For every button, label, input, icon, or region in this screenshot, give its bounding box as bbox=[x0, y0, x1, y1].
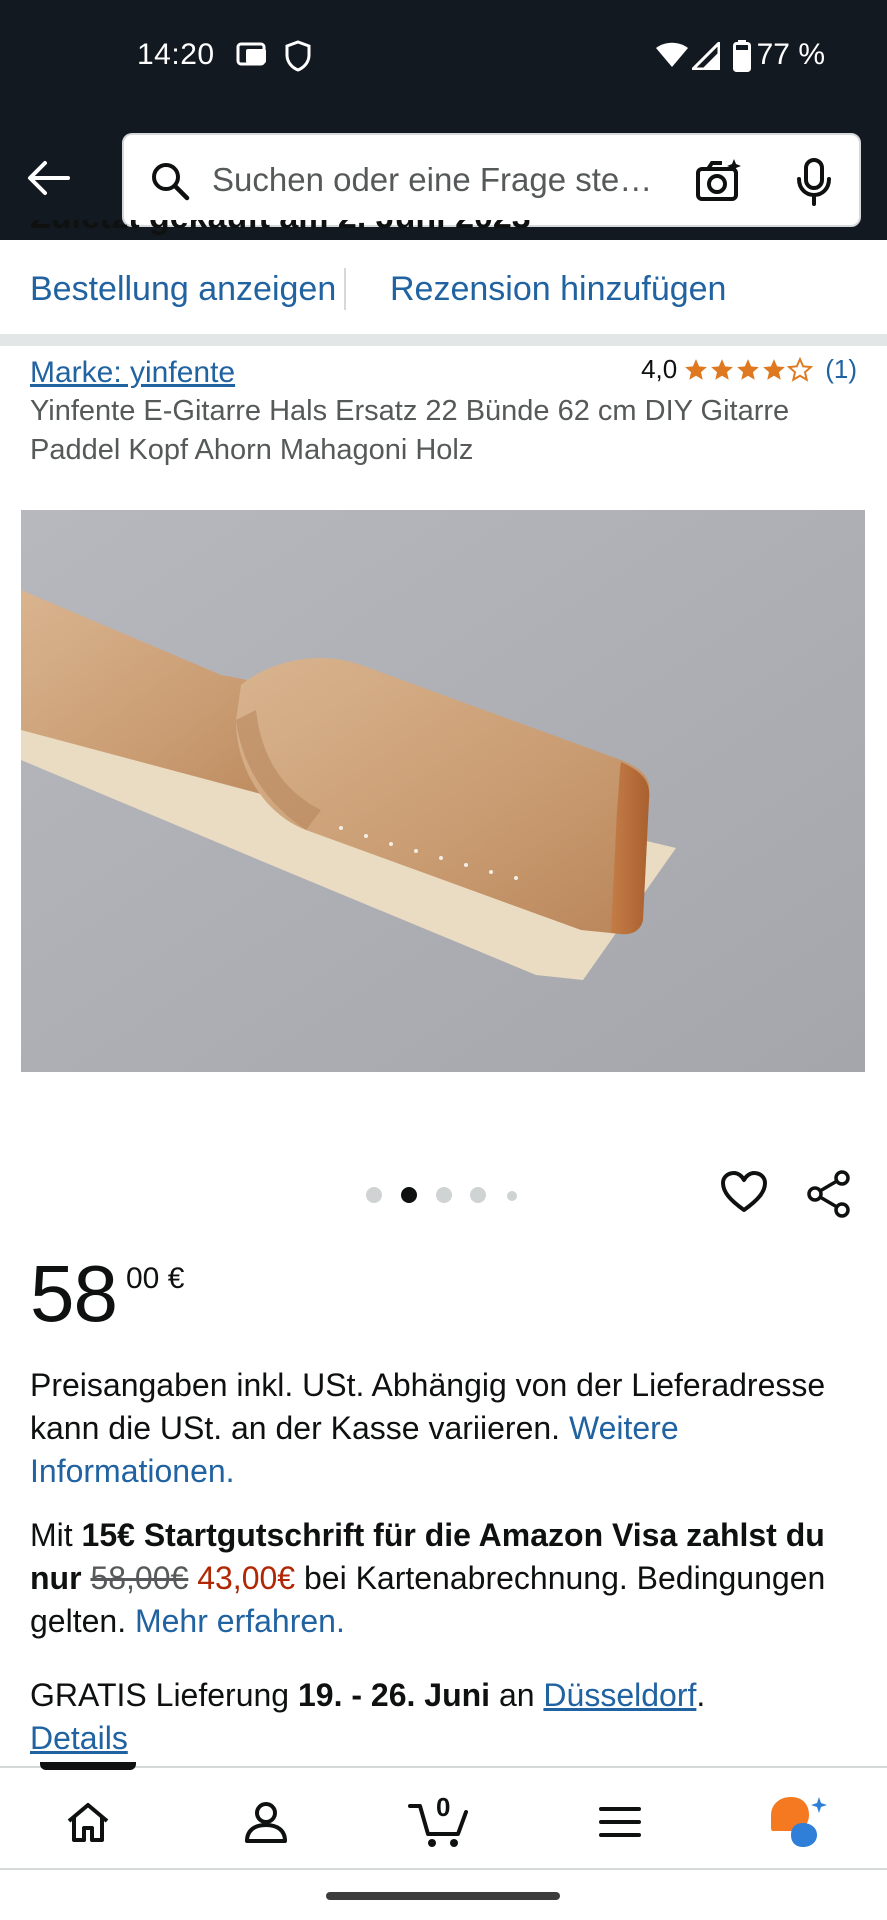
last-purchased-text: Zuletzt gekauft am 2. Juni 2023 bbox=[30, 220, 531, 240]
microphone-icon[interactable] bbox=[794, 157, 834, 212]
tax-info: Preisangaben inkl. USt. Abhängig von der… bbox=[30, 1364, 860, 1493]
rating-count: (1) bbox=[825, 354, 857, 384]
star-rating-icon bbox=[683, 356, 814, 383]
price-whole: 58 bbox=[30, 1249, 118, 1338]
guitar-neck-image bbox=[21, 510, 865, 1072]
cart-count: 0 bbox=[436, 1792, 451, 1822]
delivery-info: GRATIS Lieferung 19. - 26. Juni an Düsse… bbox=[30, 1674, 860, 1760]
back-button[interactable] bbox=[20, 150, 76, 206]
nav-menu[interactable] bbox=[588, 1792, 652, 1852]
carousel-dot[interactable] bbox=[366, 1187, 382, 1203]
nav-cart[interactable]: 0 bbox=[408, 1792, 472, 1852]
status-time: 14:20 bbox=[137, 38, 215, 71]
rating-summary[interactable]: 4,0 (1) bbox=[641, 354, 857, 385]
photo-notification-icon bbox=[236, 40, 270, 75]
camera-search-icon[interactable] bbox=[694, 157, 744, 210]
carousel-dot[interactable] bbox=[436, 1187, 452, 1203]
battery-percentage: 77 % bbox=[756, 38, 825, 71]
wishlist-heart-icon[interactable] bbox=[720, 1170, 768, 1219]
delivery-location-link[interactable]: Düsseldorf bbox=[543, 1677, 696, 1713]
delivery-end: . bbox=[696, 1677, 706, 1713]
carousel-dot[interactable] bbox=[470, 1187, 486, 1203]
product-image[interactable] bbox=[21, 510, 865, 1072]
shield-icon bbox=[284, 40, 312, 77]
search-box[interactable] bbox=[122, 133, 861, 227]
order-actions: Bestellung anzeigen Rezension hinzufügen bbox=[0, 262, 887, 332]
carousel-dot-active[interactable] bbox=[401, 1187, 417, 1203]
battery-icon bbox=[733, 40, 751, 77]
divider bbox=[344, 268, 346, 310]
bottom-navigation: 0 bbox=[0, 1762, 887, 1870]
active-tab-indicator bbox=[40, 1762, 136, 1770]
home-icon bbox=[67, 1803, 109, 1842]
wifi-icon bbox=[655, 42, 689, 73]
section-divider bbox=[0, 334, 887, 346]
menu-icon bbox=[599, 1807, 641, 1837]
nav-rufus[interactable] bbox=[765, 1792, 829, 1852]
search-input[interactable] bbox=[212, 155, 672, 205]
delivery-details-link[interactable]: Details bbox=[30, 1720, 128, 1756]
rating-value: 4,0 bbox=[641, 354, 678, 384]
nav-account[interactable] bbox=[234, 1792, 298, 1852]
gesture-home-bar[interactable] bbox=[326, 1892, 560, 1900]
status-bar: 14:20 77 % bbox=[0, 0, 887, 120]
visa-offer: Mit 15€ Startgutschrift für die Amazon V… bbox=[30, 1514, 860, 1643]
search-icon bbox=[150, 161, 190, 206]
nav-home[interactable] bbox=[56, 1792, 120, 1852]
carousel-dot[interactable] bbox=[507, 1191, 517, 1201]
delivery-to: an bbox=[490, 1677, 544, 1713]
delivery-dates: 19. - 26. Juni bbox=[297, 1677, 491, 1713]
brand-link[interactable]: Marke: yinfente bbox=[30, 356, 235, 390]
assistant-icon bbox=[771, 1797, 827, 1847]
view-order-link[interactable]: Bestellung anzeigen bbox=[30, 270, 336, 309]
tax-text: Preisangaben inkl. USt. Abhängig von der… bbox=[30, 1367, 826, 1446]
visa-prefix: Mit bbox=[30, 1517, 82, 1553]
share-icon[interactable] bbox=[806, 1170, 852, 1223]
price: 58 00 € bbox=[30, 1248, 184, 1340]
signal-icon bbox=[689, 39, 721, 75]
user-icon bbox=[245, 1802, 287, 1843]
visa-price: 43,00€ bbox=[197, 1560, 296, 1596]
delivery-prefix: GRATIS Lieferung bbox=[30, 1677, 298, 1713]
arrow-left-icon bbox=[28, 161, 70, 195]
price-fraction: 00 € bbox=[126, 1262, 185, 1295]
old-price: 58,00€ bbox=[90, 1560, 189, 1596]
product-title: Yinfente E-Gitarre Hals Ersatz 22 Bünde … bbox=[30, 395, 790, 466]
add-review-link[interactable]: Rezension hinzufügen bbox=[390, 270, 726, 309]
learn-more-link[interactable]: Mehr erfahren. bbox=[135, 1603, 345, 1639]
